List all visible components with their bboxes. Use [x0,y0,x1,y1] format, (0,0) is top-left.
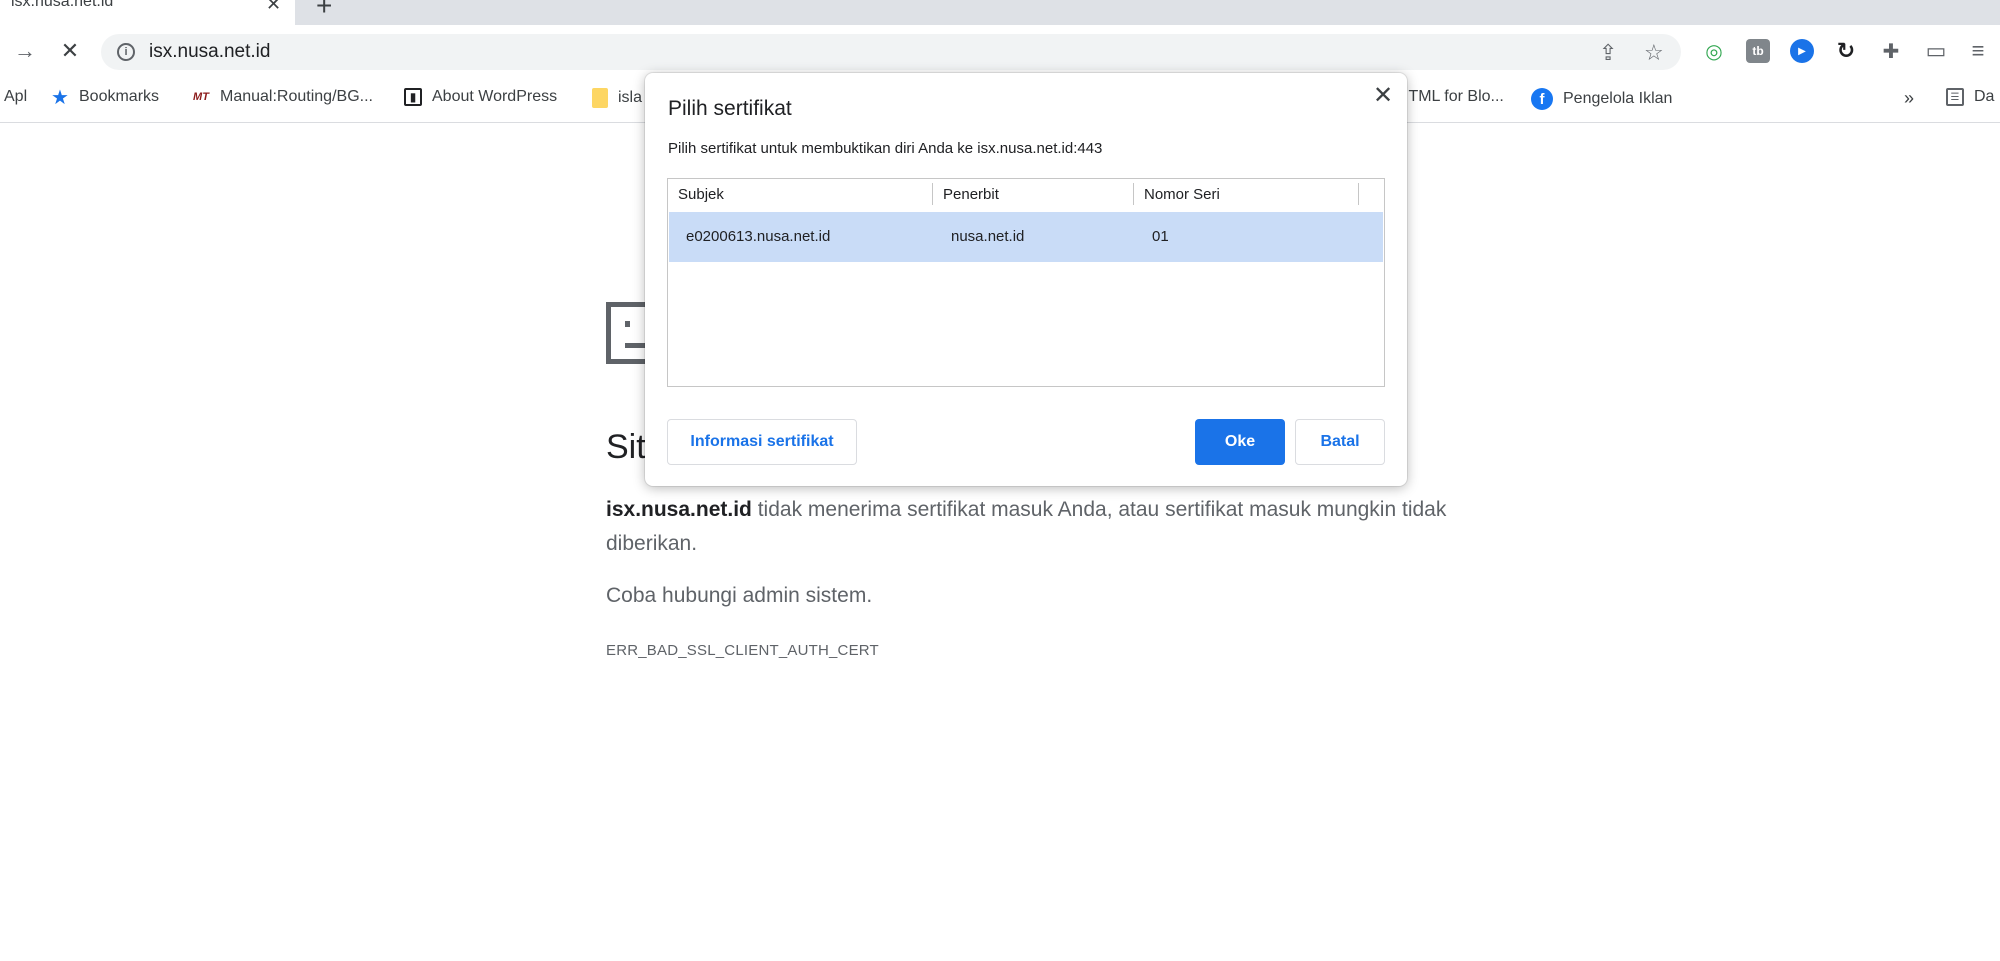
wordpress-icon: ▮ [404,88,422,106]
column-header-issuer[interactable]: Penerbit [933,179,1133,211]
tab-close-icon[interactable]: ✕ [266,0,281,15]
media-controls-icon[interactable]: ≡ [1966,38,1990,63]
facebook-icon: f [1531,88,1553,110]
share-icon[interactable]: ⇪ [1599,40,1617,66]
tab-title: isx.nusa.net.id [11,0,114,10]
reading-list-icon: ☰ [1946,88,1964,106]
bookmark-mikrotik[interactable]: MT Manual:Routing/BG... [192,88,373,106]
dialog-close-icon[interactable]: ✕ [1373,81,1393,110]
bookmark-label: ITML for Blo... [1404,88,1504,105]
extension-2-icon[interactable]: tb [1746,39,1770,63]
dialog-subtitle: Pilih sertifikat untuk membuktikan diri … [668,140,1103,157]
bookmark-star-icon[interactable]: ☆ [1644,40,1664,66]
bookmark-folder[interactable]: isla [592,88,642,108]
cast-icon[interactable]: ▭ [1924,38,1948,63]
browser-toolbar: → ✕ i isx.nusa.net.id ⇪ ☆ ◎ tb ▶ ↻ ✚ ▭ ≡ [0,25,2000,78]
star-icon: ★ [51,86,69,109]
stop-loading-icon[interactable]: ✕ [56,37,84,65]
extension-1-icon[interactable]: ◎ [1702,39,1726,63]
cancel-button[interactable]: Batal [1295,419,1385,465]
bookmark-label: isla [618,89,643,106]
extension-3-icon[interactable]: ▶ [1790,39,1814,63]
extension-4-icon[interactable]: ↻ [1834,38,1858,63]
bookmark-about-wordpress[interactable]: ▮ About WordPress [404,88,557,106]
error-hint: Coba hubungi admin sistem. [606,584,873,607]
certificate-row[interactable]: e0200613.nusa.net.id nusa.net.id 01 [669,212,1383,262]
error-host: isx.nusa.net.id [606,498,752,521]
cell-subject: e0200613.nusa.net.id [686,228,831,245]
column-header-subject[interactable]: Subjek [668,179,932,211]
new-tab-icon[interactable]: + [316,0,332,22]
reading-list-label: Da [1974,88,1995,105]
bookmark-label: Apl [4,88,28,105]
certificate-info-button[interactable]: Informasi sertifikat [667,419,857,465]
bookmark-apps[interactable]: Apl [4,88,27,106]
bookmark-html-blog[interactable]: ITML for Blo... [1404,88,1504,106]
tab-strip: isx.nusa.net.id ✕ + [0,0,2000,25]
site-info-icon[interactable]: i [117,43,135,61]
page-title: Sit [606,428,646,466]
bookmark-label: Manual:Routing/BG... [220,88,373,105]
reading-list[interactable]: ☰ Da [1946,88,1994,106]
cell-issuer: nusa.net.id [951,228,1025,245]
error-code: ERR_BAD_SSL_CLIENT_AUTH_CERT [606,642,879,659]
bookmarks-overflow-icon[interactable]: » [1904,88,1914,109]
bookmark-bookmarks[interactable]: ★ Bookmarks [51,86,160,109]
select-certificate-dialog: Pilih sertifikat ✕ Pilih sertifikat untu… [645,73,1407,486]
mikrotik-icon: MT [193,91,209,103]
address-bar[interactable]: i isx.nusa.net.id ⇪ ☆ [101,34,1681,70]
error-description: isx.nusa.net.id tidak menerima sertifika… [606,493,1466,561]
bookmark-label: Bookmarks [79,88,160,105]
tab-active[interactable]: isx.nusa.net.id ✕ [0,0,295,25]
column-header-serial[interactable]: Nomor Seri [1134,179,1358,211]
bookmark-label: About WordPress [432,88,558,105]
folder-icon [592,88,608,108]
forward-arrow-icon[interactable]: → [11,37,39,65]
extensions-puzzle-icon[interactable]: ✚ [1879,39,1903,63]
address-url[interactable]: isx.nusa.net.id [149,41,270,63]
cell-serial: 01 [1152,228,1169,245]
dialog-title: Pilih sertifikat [668,97,792,120]
bookmark-label: Pengelola Iklan [1563,90,1673,107]
bookmark-pengelola-iklan[interactable]: f Pengelola Iklan [1531,88,1672,110]
certificate-table: Subjek Penerbit Nomor Seri e0200613.nusa… [667,178,1385,387]
ok-button[interactable]: Oke [1195,419,1285,465]
